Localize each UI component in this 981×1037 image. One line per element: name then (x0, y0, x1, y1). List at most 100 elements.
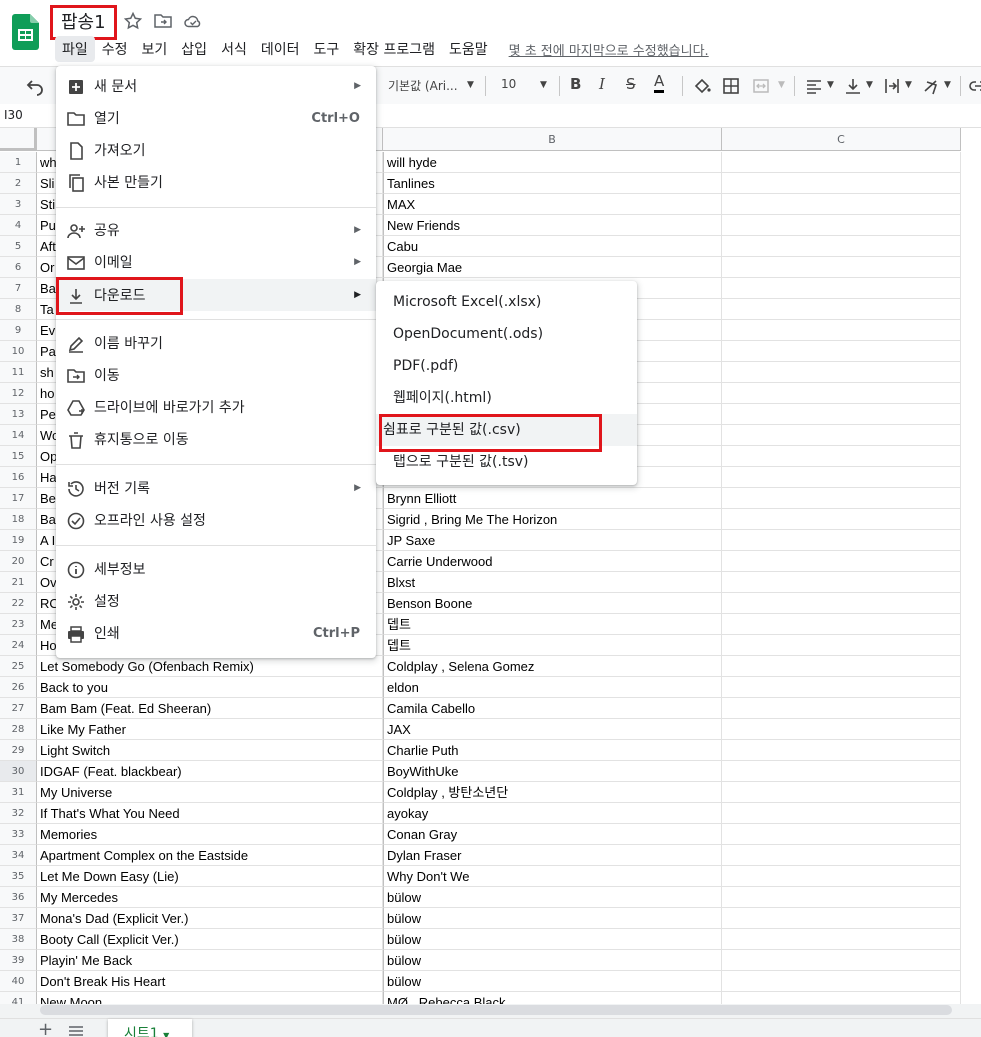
row-header[interactable]: 39 (0, 950, 37, 971)
menu-edit[interactable]: 수정 (95, 36, 135, 62)
cell-empty[interactable] (722, 215, 961, 236)
cell-artist[interactable]: bülow (383, 908, 722, 929)
menu-help[interactable]: 도움말 (442, 36, 495, 62)
row-header[interactable]: 4 (0, 215, 37, 236)
menu-item-make-copy[interactable]: 사본 만들기 (56, 166, 376, 198)
star-icon[interactable] (123, 11, 143, 31)
column-header-b[interactable]: B (383, 128, 722, 151)
cell-empty[interactable] (722, 194, 961, 215)
cell-title[interactable]: Bam Bam (Feat. Ed Sheeran) (37, 698, 383, 719)
name-box[interactable]: I30 (4, 108, 23, 122)
chevron-down-icon[interactable]: ▼ (467, 80, 474, 90)
menu-item-import[interactable]: 가져오기 (56, 134, 376, 166)
row-header[interactable]: 3 (0, 194, 37, 215)
row-header[interactable]: 33 (0, 824, 37, 845)
cell-title[interactable]: Mona's Dad (Explicit Ver.) (37, 908, 383, 929)
text-color-icon[interactable]: A (654, 73, 665, 93)
cell-empty[interactable] (722, 824, 961, 845)
chevron-down-icon[interactable]: ▼ (540, 80, 547, 90)
row-header[interactable]: 31 (0, 782, 37, 803)
cell-empty[interactable] (722, 866, 961, 887)
cell-title[interactable]: Light Switch (37, 740, 383, 761)
download-pdf[interactable]: PDF(.pdf) (376, 350, 637, 382)
cell-artist[interactable]: Carrie Underwood (383, 551, 722, 572)
cell-artist[interactable]: Cabu (383, 236, 722, 257)
cell-title[interactable]: Memories (37, 824, 383, 845)
row-header[interactable]: 23 (0, 614, 37, 635)
cell-title[interactable]: Let Me Down Easy (Lie) (37, 866, 383, 887)
cell-artist[interactable]: Tanlines (383, 173, 722, 194)
cell-empty[interactable] (722, 383, 961, 404)
cell-artist[interactable]: Coldplay , 방탄소년단 (383, 782, 722, 803)
chevron-down-icon[interactable]: ▼ (827, 80, 834, 90)
undo-icon[interactable] (25, 76, 45, 96)
cell-empty[interactable] (722, 992, 961, 1004)
cell-empty[interactable] (722, 236, 961, 257)
cell-artist[interactable]: bülow (383, 950, 722, 971)
cell-artist[interactable]: Brynn Elliott (383, 488, 722, 509)
all-sheets-icon[interactable] (68, 1025, 84, 1037)
cell-title[interactable]: Back to you (37, 677, 383, 698)
row-header[interactable]: 17 (0, 488, 37, 509)
cell-empty[interactable] (722, 593, 961, 614)
align-left-icon[interactable] (804, 76, 824, 96)
cell-empty[interactable] (722, 635, 961, 656)
cell-empty[interactable] (722, 971, 961, 992)
borders-icon[interactable] (721, 76, 741, 96)
cell-artist[interactable]: will hyde (383, 152, 722, 173)
cell-artist[interactable]: Camila Cabello (383, 698, 722, 719)
menu-item-email[interactable]: 이메일 ▶ (56, 246, 376, 278)
cell-empty[interactable] (722, 887, 961, 908)
horizontal-scrollbar[interactable] (40, 1005, 952, 1015)
cell-artist[interactable]: bülow (383, 929, 722, 950)
download-html[interactable]: 웹페이지(.html) (376, 382, 637, 414)
row-header[interactable]: 12 (0, 383, 37, 404)
cell-artist[interactable]: Conan Gray (383, 824, 722, 845)
row-header[interactable]: 26 (0, 677, 37, 698)
strikethrough-icon[interactable]: S (626, 75, 636, 93)
cell-title[interactable]: New Moon (37, 992, 383, 1004)
row-header[interactable]: 27 (0, 698, 37, 719)
cell-artist[interactable]: eldon (383, 677, 722, 698)
row-header[interactable]: 41 (0, 992, 37, 1004)
font-size-select[interactable]: 10 (501, 77, 516, 91)
cell-empty[interactable] (722, 551, 961, 572)
chevron-down-icon[interactable]: ▼ (905, 80, 912, 90)
cell-artist[interactable]: Georgia Mae (383, 257, 722, 278)
menu-item-add-shortcut[interactable]: 드라이브에 바로가기 추가 (56, 391, 376, 423)
cell-title[interactable]: My Universe (37, 782, 383, 803)
cell-artist[interactable]: Coldplay , Selena Gomez (383, 656, 722, 677)
cell-empty[interactable] (722, 152, 961, 173)
cell-title[interactable]: My Mercedes (37, 887, 383, 908)
text-wrap-icon[interactable] (882, 76, 902, 96)
chevron-down-icon[interactable]: ▼ (778, 80, 785, 90)
cell-empty[interactable] (722, 908, 961, 929)
cell-title[interactable]: Playin' Me Back (37, 950, 383, 971)
cell-empty[interactable] (722, 362, 961, 383)
add-sheet-button[interactable]: + (38, 1021, 53, 1037)
cell-empty[interactable] (722, 845, 961, 866)
menu-item-open[interactable]: 열기 Ctrl+O (56, 102, 376, 134)
cell-empty[interactable] (722, 278, 961, 299)
menu-item-details[interactable]: 세부정보 (56, 553, 376, 585)
row-header[interactable]: 15 (0, 446, 37, 467)
cell-empty[interactable] (722, 614, 961, 635)
text-rotation-icon[interactable] (921, 76, 941, 96)
cloud-status-icon[interactable] (183, 11, 203, 31)
row-header[interactable]: 1 (0, 152, 37, 173)
cell-empty[interactable] (722, 509, 961, 530)
cell-title[interactable]: Don't Break His Heart (37, 971, 383, 992)
menu-item-settings[interactable]: 설정 (56, 585, 376, 617)
cell-empty[interactable] (722, 677, 961, 698)
cell-empty[interactable] (722, 425, 961, 446)
cell-artist[interactable]: 뎁트 (383, 614, 722, 635)
column-header-c[interactable]: C (722, 128, 961, 151)
cell-artist[interactable]: New Friends (383, 215, 722, 236)
cell-empty[interactable] (722, 929, 961, 950)
cell-artist[interactable]: Benson Boone (383, 593, 722, 614)
insert-link-icon[interactable] (968, 76, 981, 96)
row-header[interactable]: 36 (0, 887, 37, 908)
cell-empty[interactable] (722, 404, 961, 425)
menu-data[interactable]: 데이터 (254, 36, 307, 62)
row-header[interactable]: 9 (0, 320, 37, 341)
